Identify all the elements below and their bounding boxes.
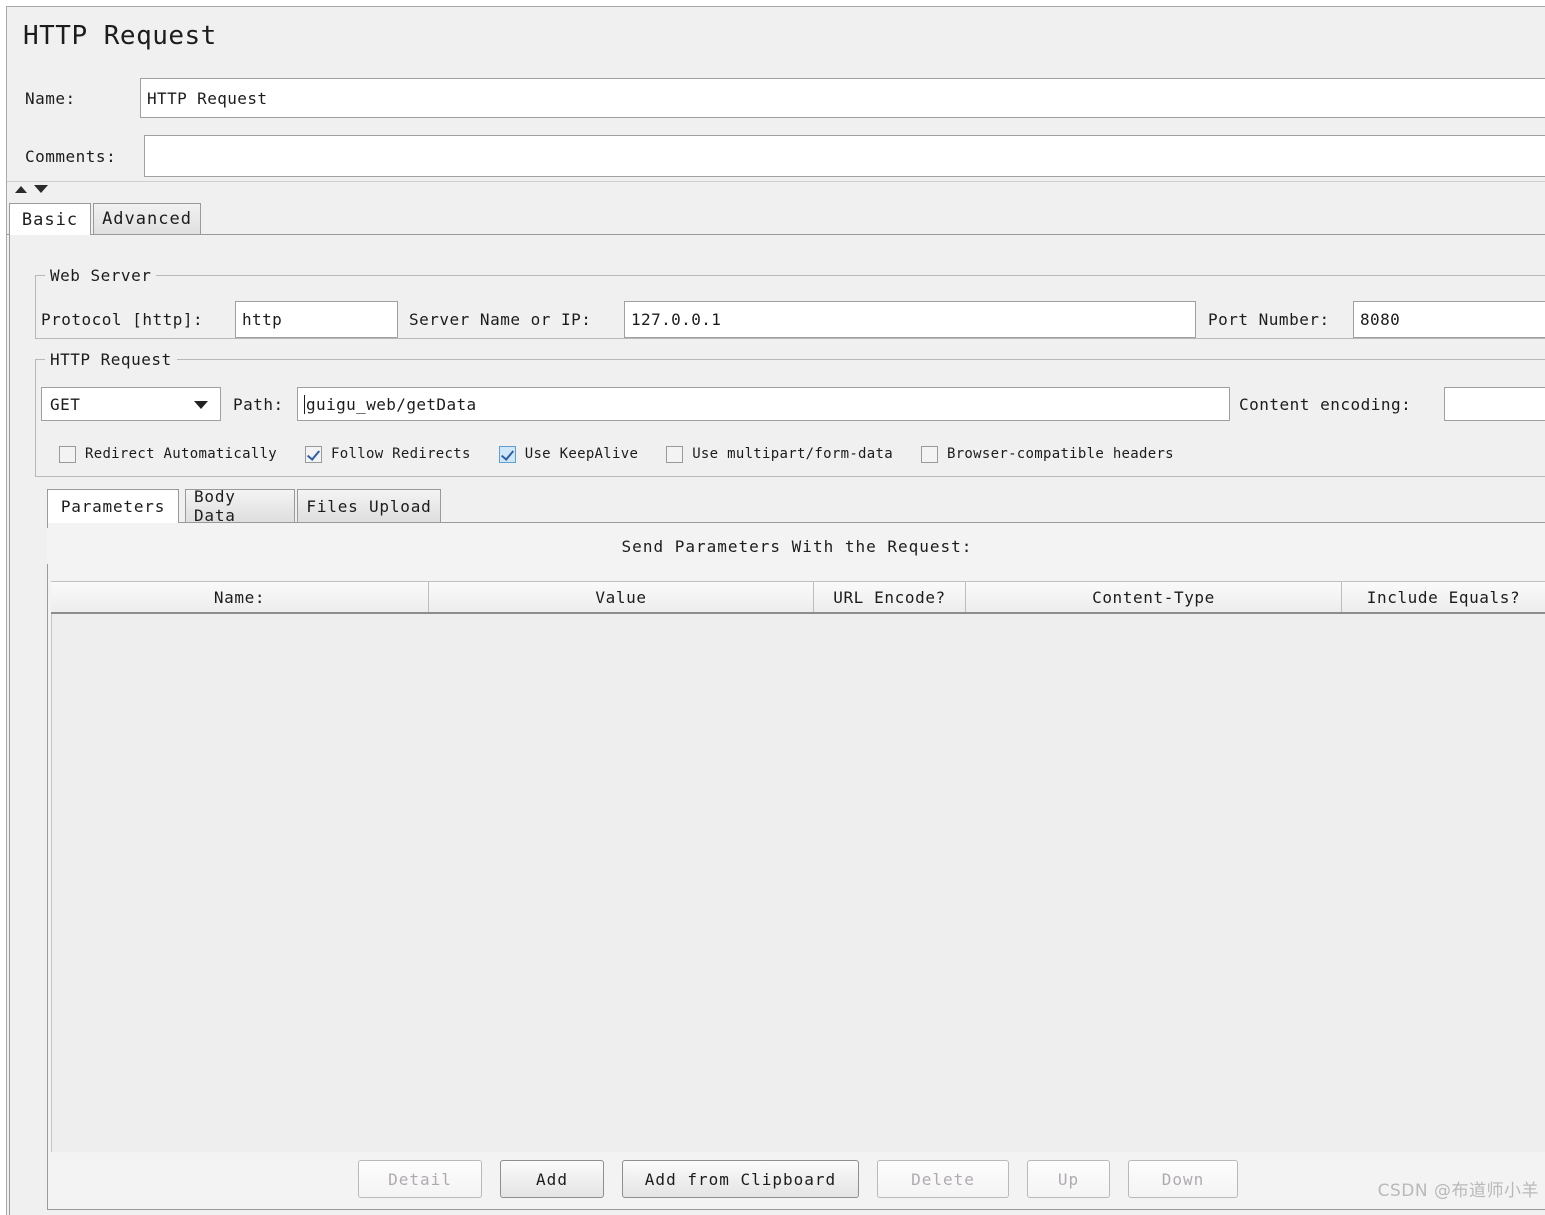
up-button[interactable]: Up: [1027, 1160, 1110, 1198]
checkbox-label-follow-redirects: Follow Redirects: [331, 446, 471, 462]
name-label: Name:: [25, 89, 76, 108]
port-number-input[interactable]: 8080: [1353, 301, 1545, 338]
tab-body-data[interactable]: Body Data: [185, 487, 295, 525]
checkbox-use-multipart-form-data[interactable]: Use multipart/form-data: [666, 445, 893, 463]
checkbox-box-browser-compatible-headers[interactable]: [920, 445, 938, 463]
column-header-include-equals[interactable]: Include Equals?: [1342, 582, 1545, 612]
checkbox-label-use-multipart-form-data: Use multipart/form-data: [692, 446, 893, 462]
tab-basic[interactable]: Basic: [9, 203, 91, 235]
parameters-button-row: Detail Add Add from Clipboard Delete Up …: [51, 1157, 1545, 1201]
name-input[interactable]: HTTP Request: [140, 78, 1545, 118]
checkbox-label-redirect-automatically: Redirect Automatically: [85, 446, 278, 462]
parameters-table-header: Name: Value URL Encode? Content-Type Inc…: [51, 581, 1545, 614]
tab-parameters[interactable]: Parameters: [47, 489, 179, 523]
web-server-group-title: Web Server: [45, 266, 157, 285]
collapse-down-icon[interactable]: [34, 185, 48, 193]
send-parameters-caption: Send Parameters With the Request:: [47, 528, 1545, 564]
server-name-label: Server Name or IP:: [409, 310, 592, 329]
request-options-row: Redirect Automatically Follow Redirects …: [59, 441, 1202, 467]
port-number-label: Port Number:: [1208, 310, 1330, 329]
tab-files-upload[interactable]: Files Upload: [297, 489, 441, 523]
csdn-watermark: CSDN @布道师小羊: [1377, 1181, 1539, 1201]
column-header-content-type[interactable]: Content-Type: [966, 582, 1342, 612]
content-encoding-label: Content encoding:: [1239, 395, 1412, 414]
checkbox-box-redirect-automatically[interactable]: [59, 445, 76, 463]
checkbox-browser-compatible-headers[interactable]: Browser-compatible headers: [920, 445, 1174, 463]
http-request-group-title: HTTP Request: [45, 350, 177, 369]
path-input-value: guigu_web/getData: [306, 394, 477, 414]
collapse-up-icon[interactable]: [15, 186, 27, 193]
comments-label: Comments:: [25, 147, 117, 166]
page-title: HTTP Request: [23, 21, 217, 51]
comments-input[interactable]: [144, 135, 1545, 177]
main-tabstrip: Basic Advanced: [7, 203, 1545, 235]
content-encoding-input[interactable]: [1444, 387, 1545, 421]
checkbox-label-use-keepalive: Use KeepAlive: [524, 446, 639, 462]
column-header-value[interactable]: Value: [429, 582, 814, 612]
chevron-down-icon: [194, 401, 208, 409]
detail-button[interactable]: Detail: [358, 1160, 482, 1198]
checkbox-label-browser-compatible-headers: Browser-compatible headers: [946, 446, 1174, 462]
column-header-url-encode[interactable]: URL Encode?: [814, 582, 966, 612]
add-from-clipboard-button[interactable]: Add from Clipboard: [622, 1160, 859, 1198]
checkbox-follow-redirects[interactable]: Follow Redirects: [305, 445, 471, 463]
checkbox-redirect-automatically[interactable]: Redirect Automatically: [59, 445, 278, 463]
http-request-panel: HTTP Request Name: HTTP Request Comments…: [6, 6, 1545, 1215]
delete-button[interactable]: Delete: [877, 1160, 1009, 1198]
down-button[interactable]: Down: [1128, 1160, 1238, 1198]
column-header-name[interactable]: Name:: [51, 582, 429, 612]
checkbox-box-use-keepalive[interactable]: [498, 445, 516, 463]
parameters-table-body[interactable]: [51, 614, 1545, 1152]
checkbox-use-keepalive[interactable]: Use KeepAlive: [498, 445, 639, 463]
path-label: Path:: [233, 395, 284, 414]
method-select[interactable]: GET: [41, 387, 221, 421]
path-input[interactable]: guigu_web/getData: [297, 387, 1230, 421]
protocol-label: Protocol [http]:: [41, 310, 204, 329]
protocol-input[interactable]: http: [235, 301, 398, 338]
add-button[interactable]: Add: [500, 1160, 604, 1198]
checkbox-box-follow-redirects[interactable]: [305, 445, 323, 463]
method-select-value: GET: [50, 394, 81, 414]
text-caret: [304, 394, 305, 414]
tab-advanced[interactable]: Advanced: [93, 203, 201, 235]
tabstrip-underline: [7, 234, 1545, 235]
split-pane-divider[interactable]: [7, 181, 1545, 196]
server-name-input[interactable]: 127.0.0.1: [624, 301, 1196, 338]
checkbox-box-use-multipart-form-data[interactable]: [666, 445, 684, 463]
